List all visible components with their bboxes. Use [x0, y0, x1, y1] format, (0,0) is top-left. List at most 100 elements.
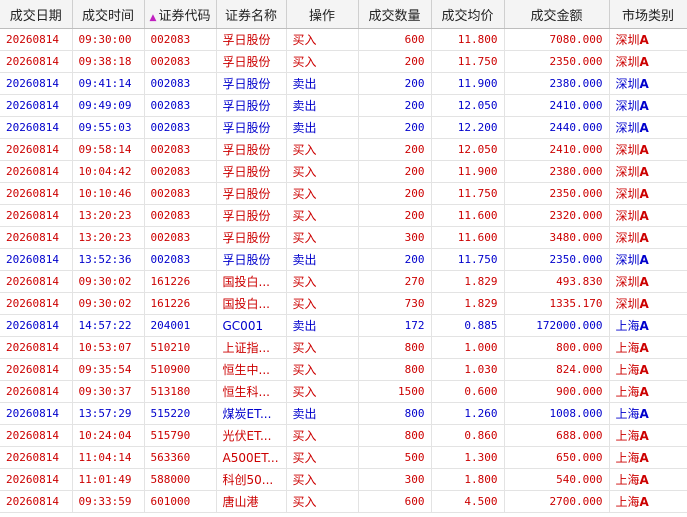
cell-price: 11.750	[431, 182, 505, 205]
cell-code: 002083	[144, 204, 217, 227]
cell-amount: 7080.000	[504, 28, 610, 51]
market-suffix: A	[639, 99, 649, 113]
cell-action: 卖出	[286, 402, 359, 425]
cell-action: 买入	[286, 204, 359, 227]
table-row[interactable]: 20260814 11:04:14 563360 A500ET... 买入 500 1.30…	[0, 446, 687, 469]
cell-name: 孚日股份	[216, 116, 287, 139]
cell-date: 20260814	[0, 490, 73, 513]
cell-name: 恒生中...	[216, 358, 287, 381]
table-row[interactable]: 20260814 09:30:02 161226 国投白... 买入 270 1.829 49…	[0, 270, 687, 293]
cell-code: 002083	[144, 248, 217, 271]
market-suffix: A	[639, 253, 649, 267]
header-row: 成交日期 成交时间 ▲ 证券代码 证券名称 操作 成交数量 成交均价 成交金额 市…	[0, 0, 687, 29]
table-row[interactable]: 20260814 09:38:18 002083 孚日股份 买入 200 11.750 235…	[0, 50, 687, 73]
cell-price: 1.300	[431, 446, 505, 469]
table-row[interactable]: 20260814 09:49:09 002083 孚日股份 卖出 200 12.050 241…	[0, 94, 687, 117]
col-header-market[interactable]: 市场类别	[609, 0, 687, 29]
table-body: 20260814 09:30:00 002083 孚日股份 买入 600 11.800 708…	[0, 28, 687, 513]
cell-qty: 200	[358, 116, 432, 139]
cell-action: 买入	[286, 490, 359, 513]
col-header-date-label: 成交日期	[9, 8, 62, 24]
col-header-action-label: 操作	[308, 8, 335, 24]
cell-action: 买入	[286, 292, 359, 315]
cell-price: 12.050	[431, 138, 505, 161]
cell-time: 13:52:36	[72, 248, 145, 271]
table-row[interactable]: 20260814 09:30:02 161226 国投白... 买入 730 1.829 13…	[0, 292, 687, 315]
col-header-date[interactable]: 成交日期	[0, 0, 73, 29]
table-row[interactable]: 20260814 13:57:29 515220 煤炭ET... 卖出 800 1.260 1…	[0, 402, 687, 425]
cell-code: 510900	[144, 358, 217, 381]
col-header-action[interactable]: 操作	[286, 0, 359, 29]
table-row[interactable]: 20260814 11:01:49 588000 科创50... 买入 300 1.800 5…	[0, 468, 687, 491]
table-row[interactable]: 20260814 09:35:54 510900 恒生中... 买入 800 1.030 82…	[0, 358, 687, 381]
cell-market: 上海A	[609, 468, 687, 491]
table-row[interactable]: 20260814 09:41:14 002083 孚日股份 卖出 200 11.900 238…	[0, 72, 687, 95]
cell-amount: 2380.000	[504, 72, 610, 95]
table-row[interactable]: 20260814 10:53:07 510210 上证指... 买入 800 1.000 80…	[0, 336, 687, 359]
market-label: 上海	[615, 473, 640, 487]
cell-market: 深圳A	[609, 138, 687, 161]
cell-name: 恒生科...	[216, 380, 287, 403]
cell-action: 买入	[286, 50, 359, 73]
col-header-price[interactable]: 成交均价	[431, 0, 505, 29]
table-row[interactable]: 20260814 10:24:04 515790 光伏ET... 买入 800 0.860 6…	[0, 424, 687, 447]
col-header-code[interactable]: ▲ 证券代码	[144, 0, 217, 29]
table-row[interactable]: 20260814 09:55:03 002083 孚日股份 卖出 200 12.200 244…	[0, 116, 687, 139]
cell-code: 002083	[144, 160, 217, 183]
cell-time: 09:35:54	[72, 358, 145, 381]
col-header-amount[interactable]: 成交金额	[504, 0, 610, 29]
market-label: 上海	[615, 429, 640, 443]
cell-qty: 300	[358, 226, 432, 249]
table-row[interactable]: 20260814 10:04:42 002083 孚日股份 买入 200 11.900 238…	[0, 160, 687, 183]
col-header-qty[interactable]: 成交数量	[358, 0, 432, 29]
market-label: 深圳	[615, 275, 640, 289]
cell-market: 上海A	[609, 380, 687, 403]
cell-code: 510210	[144, 336, 217, 359]
table-row[interactable]: 20260814 09:30:37 513180 恒生科... 买入 1500 0.600 9…	[0, 380, 687, 403]
cell-amount: 493.830	[504, 270, 610, 293]
cell-date: 20260814	[0, 314, 73, 337]
cell-code: 513180	[144, 380, 217, 403]
table-row[interactable]: 20260814 09:30:00 002083 孚日股份 买入 600 11.800 708…	[0, 28, 687, 51]
cell-name: 孚日股份	[216, 204, 287, 227]
cell-market: 深圳A	[609, 72, 687, 95]
market-suffix: A	[639, 363, 649, 377]
cell-amount: 1008.000	[504, 402, 610, 425]
table-row[interactable]: 20260814 14:57:22 204001 GC001 卖出 172 0.885 172…	[0, 314, 687, 337]
table-row[interactable]: 20260814 09:33:59 601000 唐山港 买入 600 4.500 2700.…	[0, 490, 687, 513]
market-suffix: A	[639, 33, 649, 47]
cell-time: 13:57:29	[72, 402, 145, 425]
cell-price: 1.829	[431, 292, 505, 315]
market-label: 深圳	[615, 209, 640, 223]
cell-time: 09:55:03	[72, 116, 145, 139]
cell-market: 深圳A	[609, 292, 687, 315]
market-label: 深圳	[615, 165, 640, 179]
market-label: 深圳	[615, 187, 640, 201]
cell-price: 11.600	[431, 226, 505, 249]
market-label: 上海	[615, 407, 640, 421]
cell-action: 买入	[286, 138, 359, 161]
cell-market: 上海A	[609, 446, 687, 469]
col-header-name-label: 证券名称	[224, 8, 277, 24]
cell-market: 深圳A	[609, 94, 687, 117]
table-row[interactable]: 20260814 13:20:23 002083 孚日股份 买入 300 11.600 348…	[0, 226, 687, 249]
market-suffix: A	[639, 385, 649, 399]
cell-amount: 824.000	[504, 358, 610, 381]
cell-qty: 730	[358, 292, 432, 315]
market-label: 深圳	[615, 55, 640, 69]
cell-code: 002083	[144, 116, 217, 139]
cell-price: 4.500	[431, 490, 505, 513]
table-row[interactable]: 20260814 13:52:36 002083 孚日股份 卖出 200 11.750 235…	[0, 248, 687, 271]
cell-time: 14:57:22	[72, 314, 145, 337]
cell-code: 002083	[144, 28, 217, 51]
cell-action: 买入	[286, 468, 359, 491]
market-suffix: A	[639, 473, 649, 487]
table-row[interactable]: 20260814 13:20:23 002083 孚日股份 买入 200 11.600 232…	[0, 204, 687, 227]
cell-action: 买入	[286, 446, 359, 469]
col-header-name[interactable]: 证券名称	[216, 0, 287, 29]
market-suffix: A	[639, 319, 649, 333]
col-header-time[interactable]: 成交时间	[72, 0, 145, 29]
table-row[interactable]: 20260814 10:10:46 002083 孚日股份 买入 200 11.750 235…	[0, 182, 687, 205]
table-row[interactable]: 20260814 09:58:14 002083 孚日股份 买入 200 12.050 241…	[0, 138, 687, 161]
cell-price: 12.050	[431, 94, 505, 117]
